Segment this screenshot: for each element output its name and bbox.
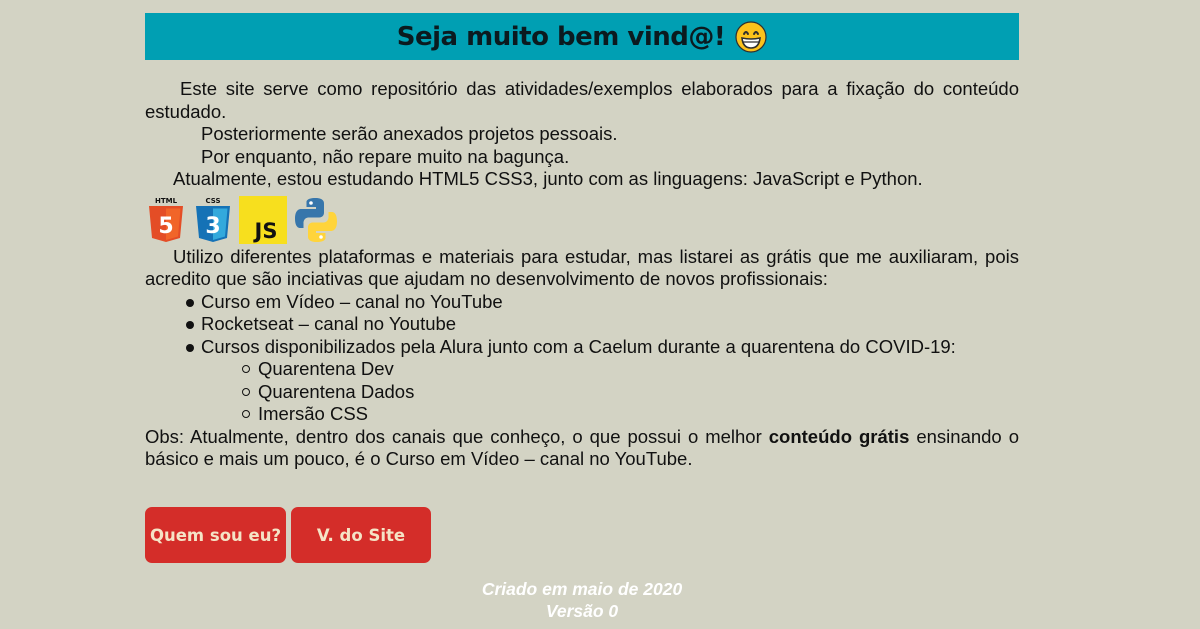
python-icon	[295, 197, 337, 242]
list-item: Cursos disponibilizados pela Alura junto…	[186, 335, 1019, 426]
obs-paragraph: Obs: Atualmente, dentro dos canais que c…	[145, 426, 1019, 471]
css3-badge: 3	[205, 214, 220, 239]
obs-text-start: Obs: Atualmente, dentro dos canais que c…	[145, 425, 769, 447]
footer: Criado em maio de 2020 Versão 0	[145, 578, 1019, 622]
grinning-face-icon	[735, 20, 767, 53]
nav-buttons: Quem sou eu? V. do Site	[145, 507, 431, 563]
about-me-button[interactable]: Quem sou eu?	[145, 507, 286, 563]
sub-list-item: Quarentena Dev	[242, 358, 1019, 381]
page-title: Seja muito bem vind@!	[396, 21, 726, 52]
html5-icon: HTML 5	[149, 197, 183, 242]
html5-badge: 5	[158, 214, 173, 239]
obs-bold-text: conteúdo grátis	[768, 425, 910, 447]
alura-courses-list: Quarentena Dev Quarentena Dados Imersão …	[201, 358, 1019, 426]
footer-version: Versão 0	[545, 601, 619, 621]
intro-paragraph: Este site serve como repositório das ati…	[145, 78, 1019, 122]
html5-label: HTML	[155, 197, 178, 205]
tech-icons: HTML 5 CSS 3 JS	[145, 194, 1019, 244]
title-bar: Seja muito bem vind@!	[145, 13, 1019, 60]
sub-list-item: Quarentena Dados	[242, 381, 1019, 404]
intro-section: Este site serve como repositório das ati…	[145, 78, 1019, 471]
list-item: Curso em Vídeo – canal no YouTube	[186, 291, 1019, 314]
list-item: Rocketseat – canal no Youtube	[186, 313, 1019, 336]
css3-icon: CSS 3	[196, 197, 230, 242]
platforms-list: Curso em Vídeo – canal no YouTube Rocket…	[145, 291, 1019, 426]
main-content: Seja muito bem vind@! Este site serve co…	[145, 13, 1019, 471]
platforms-paragraph: Utilizo diferentes plataformas e materia…	[145, 245, 1019, 290]
intro-studying-note: Atualmente, estou estudando HTML5 CSS3, …	[173, 168, 923, 189]
javascript-badge: JS	[253, 219, 278, 243]
intro-mess-note: Por enquanto, não repare muito na bagunç…	[201, 145, 570, 167]
list-item-label: Cursos disponibilizados pela Alura junto…	[201, 335, 956, 357]
site-version-button[interactable]: V. do Site	[291, 507, 431, 563]
css3-label: CSS	[205, 197, 220, 205]
intro-projects-note: Posteriormente serão anexados projetos p…	[201, 123, 618, 144]
javascript-icon: JS	[239, 195, 287, 244]
footer-created: Criado em maio de 2020	[481, 579, 683, 599]
sub-list-item: Imersão CSS	[242, 403, 1019, 426]
